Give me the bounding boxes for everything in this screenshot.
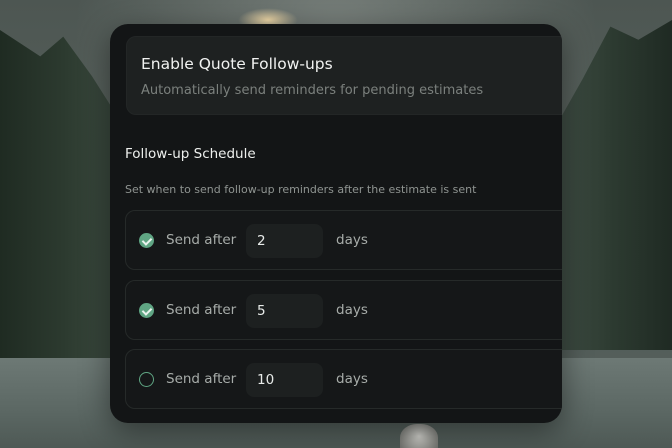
enable-follow-ups-title: Enable Quote Follow-ups: [141, 55, 333, 73]
enable-follow-ups-description: Automatically send reminders for pending…: [141, 83, 484, 98]
follow-up-settings-panel: Enable Quote Follow-ups Automatically se…: [110, 24, 562, 423]
send-after-label: Send after: [166, 371, 237, 387]
days-input[interactable]: [246, 294, 323, 328]
schedule-row: Send after days: [125, 349, 562, 409]
row-enabled-checkbox-icon[interactable]: [139, 303, 154, 318]
enable-follow-ups-card[interactable]: Enable Quote Follow-ups Automatically se…: [126, 36, 562, 115]
send-after-label: Send after: [166, 302, 237, 318]
schedule-title: Follow-up Schedule: [125, 146, 256, 162]
schedule-row: Send after days: [125, 280, 562, 340]
row-enabled-checkbox-icon[interactable]: [139, 233, 154, 248]
row-disabled-checkbox-icon[interactable]: [139, 372, 154, 387]
days-unit-label: days: [336, 371, 368, 387]
days-unit-label: days: [336, 232, 368, 248]
days-input[interactable]: [246, 224, 323, 258]
schedule-description: Set when to send follow-up reminders aft…: [125, 183, 477, 196]
days-unit-label: days: [336, 302, 368, 318]
days-input[interactable]: [246, 363, 323, 397]
schedule-row: Send after days: [125, 210, 562, 270]
background-wolf: [400, 424, 438, 448]
send-after-label: Send after: [166, 232, 237, 248]
